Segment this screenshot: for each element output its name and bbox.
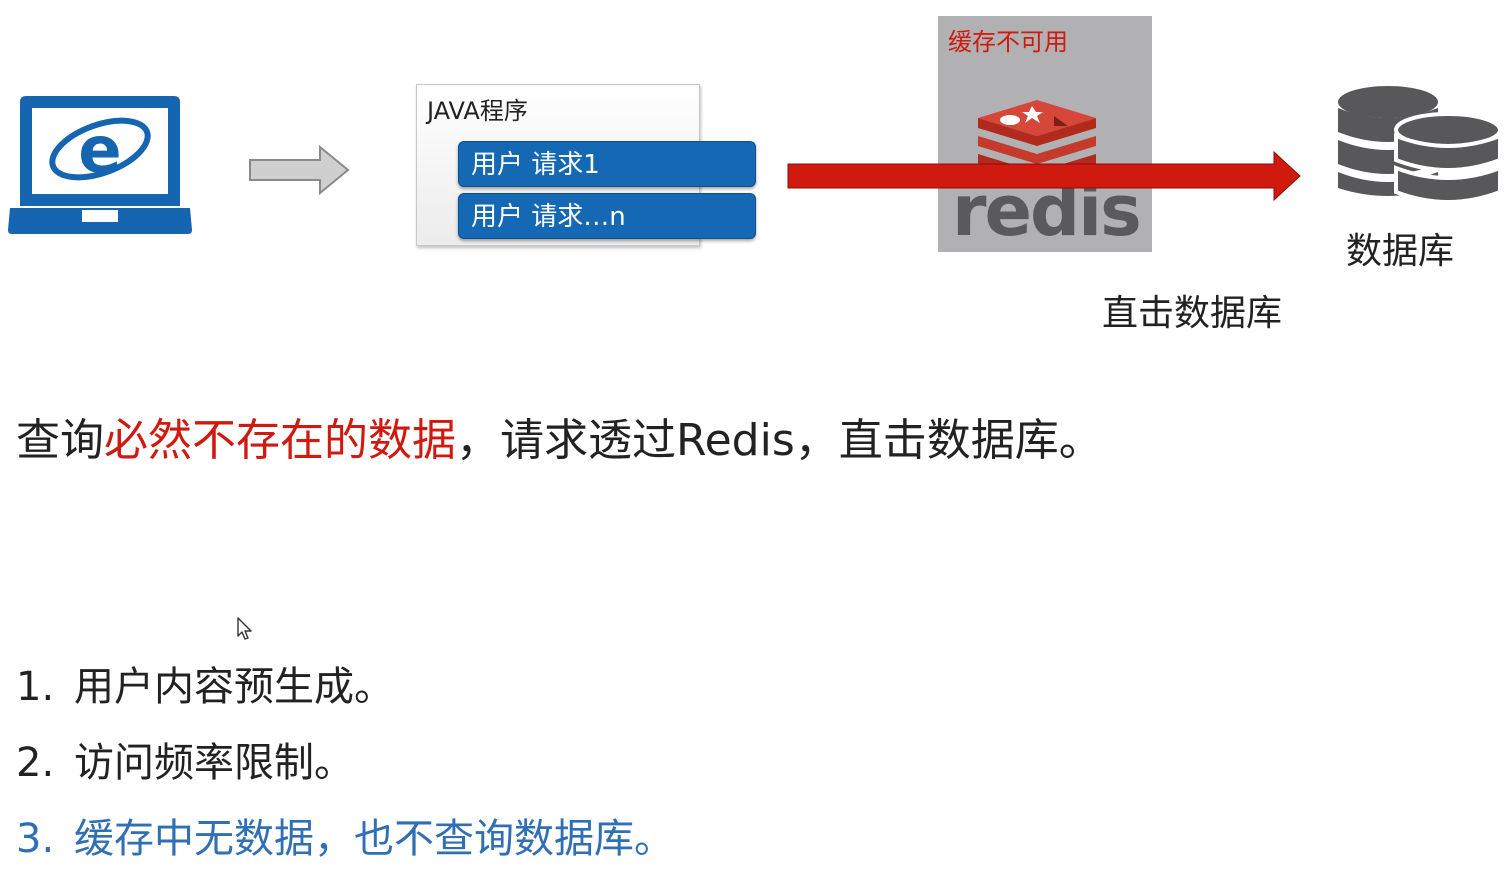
solution-item-1: 1. 用户内容预生成。	[16, 654, 394, 712]
solution-number: 2.	[16, 740, 55, 786]
solution-item-3: 3. 缓存中无数据，也不查询数据库。	[16, 806, 674, 864]
solution-text: 访问频率限制。	[74, 740, 354, 786]
solution-number: 1.	[16, 664, 55, 710]
cache-status-label: 缓存不可用	[948, 28, 1068, 56]
mouse-cursor-icon	[237, 617, 252, 640]
solution-text: 缓存中无数据，也不查询数据库。	[74, 816, 674, 862]
laptop-browser-icon: e	[8, 96, 192, 234]
headline: 查询必然不存在的数据，请求透过Redis，直击数据库。	[16, 404, 1103, 468]
database-label: 数据库	[1346, 231, 1455, 272]
headline-highlight: 必然不存在的数据	[104, 415, 456, 466]
svg-text:e: e	[78, 114, 121, 188]
redis-cache-panel: 缓存不可用 redis	[938, 16, 1152, 252]
headline-suffix: ，请求透过Redis，直击数据库。	[456, 415, 1103, 466]
solution-item-2: 2. 访问频率限制。	[16, 730, 354, 788]
user-request-1: 用户 请求1	[458, 141, 756, 187]
arrow-caption: 直击数据库	[1102, 293, 1283, 334]
java-box-title: JAVA程序	[427, 97, 528, 125]
user-request-n: 用户 请求…n	[458, 193, 756, 239]
bypass-arrow	[787, 150, 1301, 202]
flow-arrow	[249, 144, 350, 196]
solution-number: 3.	[16, 816, 55, 862]
database-icon	[1338, 86, 1502, 204]
headline-prefix: 查询	[16, 415, 104, 466]
solution-text: 用户内容预生成。	[74, 664, 394, 710]
